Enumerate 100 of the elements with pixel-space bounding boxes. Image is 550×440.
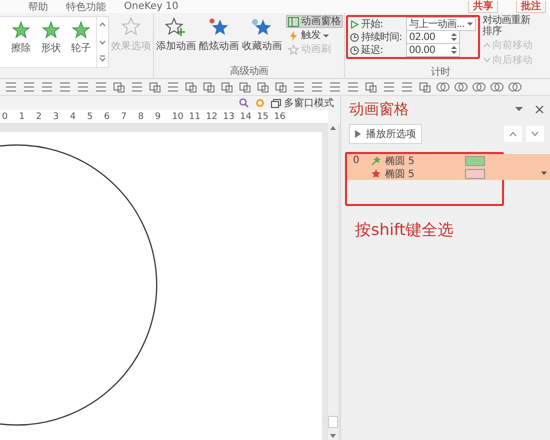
spinner-field[interactable]: 00.00	[406, 43, 460, 57]
animation-list-item[interactable]: 0 椭圆 5	[347, 154, 550, 167]
play-icon	[350, 20, 359, 28]
ruler-number: 0	[2, 112, 9, 122]
align-icon[interactable]	[58, 81, 72, 93]
ruler-number: 2	[36, 112, 43, 122]
align-icon[interactable]	[346, 81, 360, 93]
animation-effect-button[interactable]: 轮子	[66, 17, 96, 67]
ruler-number: 13	[223, 112, 236, 122]
windows-icon	[271, 98, 281, 108]
star-icon	[288, 44, 299, 54]
ruler-number: 3	[53, 112, 60, 122]
chevron-up-icon	[482, 42, 491, 48]
align-icon[interactable]	[94, 81, 108, 93]
ribbon-tab[interactable]: 特色功能	[66, 0, 106, 14]
field-label: 开始:	[361, 18, 384, 31]
arrange-icon[interactable]	[184, 81, 198, 93]
ruler-number: 10	[172, 112, 184, 122]
scrollbar-thumb[interactable]	[328, 416, 338, 428]
ruler-number: 15	[257, 112, 270, 122]
reorder-label: 对动画重新排序	[482, 15, 532, 37]
ruler-number: 1	[19, 112, 26, 122]
star-icon	[371, 168, 381, 178]
align-icon[interactable]	[166, 81, 180, 93]
close-icon[interactable]	[535, 104, 544, 114]
merge-shapes-icon[interactable]	[436, 81, 450, 93]
align-icon[interactable]	[130, 81, 144, 93]
chevron-down-icon	[531, 131, 539, 137]
item-name: 椭圆 5	[385, 168, 416, 180]
ruler-number: 8	[138, 112, 145, 122]
animation-effect-button[interactable]: 形状	[36, 17, 66, 67]
item-index: 0	[353, 155, 360, 166]
arrange-icon[interactable]	[202, 81, 216, 93]
star-icon	[72, 21, 90, 39]
animation-button[interactable]: 收藏动画	[241, 15, 283, 66]
arrange-icon[interactable]	[364, 81, 378, 93]
star-plus-icon	[165, 17, 187, 37]
move-down-button[interactable]	[526, 126, 544, 142]
merge-shapes-icon[interactable]	[508, 81, 522, 93]
merge-shapes-icon[interactable]	[454, 81, 468, 93]
start-dropdown[interactable]: 与上一动画...	[406, 17, 476, 31]
align-icon[interactable]	[76, 81, 90, 93]
align-icon[interactable]	[4, 81, 18, 93]
star-icon	[42, 21, 60, 39]
clock-icon	[350, 46, 359, 54]
play-selected-button[interactable]: 播放所选项	[349, 124, 422, 144]
star-icon	[12, 21, 30, 39]
ruler-number: 4	[70, 112, 77, 122]
arrange-icon[interactable]	[274, 81, 288, 93]
top-button[interactable]: 共享	[468, 0, 498, 12]
star-icon	[208, 17, 230, 37]
zoom-icon[interactable]	[239, 98, 249, 108]
merge-shapes-icon[interactable]	[472, 81, 486, 93]
animation-button[interactable]: 添加动画	[155, 15, 197, 66]
ruler-number: 11	[189, 112, 202, 122]
ribbon-tab[interactable]: 帮助	[28, 0, 48, 14]
ribbon-small-button[interactable]: 动画窗格	[286, 15, 343, 28]
item-name: 椭圆 5	[385, 154, 416, 168]
arrange-icon[interactable]	[238, 81, 252, 93]
top-button[interactable]: 批注	[516, 0, 546, 12]
spinner-field[interactable]: 02.00	[406, 30, 460, 44]
ruler-number: 5	[87, 112, 94, 122]
scroll-down-icon[interactable]	[329, 432, 337, 440]
caret-icon[interactable]	[515, 106, 523, 112]
align-icon[interactable]	[292, 81, 306, 93]
ruler-number: 14	[240, 112, 252, 122]
animation-effect-button[interactable]: 擦除	[6, 17, 36, 67]
multi-window-button[interactable]: 多窗口模式	[271, 96, 334, 110]
play-icon	[355, 130, 361, 138]
caret-icon[interactable]	[541, 171, 547, 176]
align-icon[interactable]	[40, 81, 54, 93]
align-icon[interactable]	[328, 81, 342, 93]
animation-list-item[interactable]: 椭圆 5	[347, 167, 550, 180]
align-icon[interactable]	[382, 81, 396, 93]
clock-icon	[350, 32, 359, 42]
arrange-icon[interactable]	[256, 81, 270, 93]
ruler-number: 16	[274, 112, 286, 122]
scroll-up-icon[interactable]	[329, 124, 337, 132]
group-label: 高级动画	[229, 66, 270, 78]
arrange-icon[interactable]	[418, 81, 432, 93]
expand-icon[interactable]	[98, 54, 107, 64]
lightning-icon	[288, 30, 299, 40]
arrange-icon[interactable]	[112, 81, 126, 93]
vertical-scrollbar[interactable]	[328, 124, 338, 440]
ruler-number: 6	[104, 112, 111, 122]
align-icon[interactable]	[310, 81, 324, 93]
ribbon-tab[interactable]: OneKey 10	[124, 1, 178, 12]
star-icon	[251, 17, 273, 37]
arrange-icon[interactable]	[220, 81, 234, 93]
arrange-icon[interactable]	[148, 81, 162, 93]
animation-button[interactable]: 酷炫动画	[198, 15, 240, 66]
merge-shapes-icon[interactable]	[490, 81, 504, 93]
annotation-text: 按shift键全选	[355, 220, 455, 241]
align-icon[interactable]	[22, 81, 36, 93]
field-label: 持续时间:	[361, 30, 403, 44]
ribbon-small-button[interactable]: 触发	[286, 29, 343, 42]
align-icon[interactable]	[400, 81, 414, 93]
move-up-button[interactable]	[504, 126, 522, 142]
chevron-down-icon	[482, 57, 491, 63]
entrance-icon	[371, 156, 381, 166]
